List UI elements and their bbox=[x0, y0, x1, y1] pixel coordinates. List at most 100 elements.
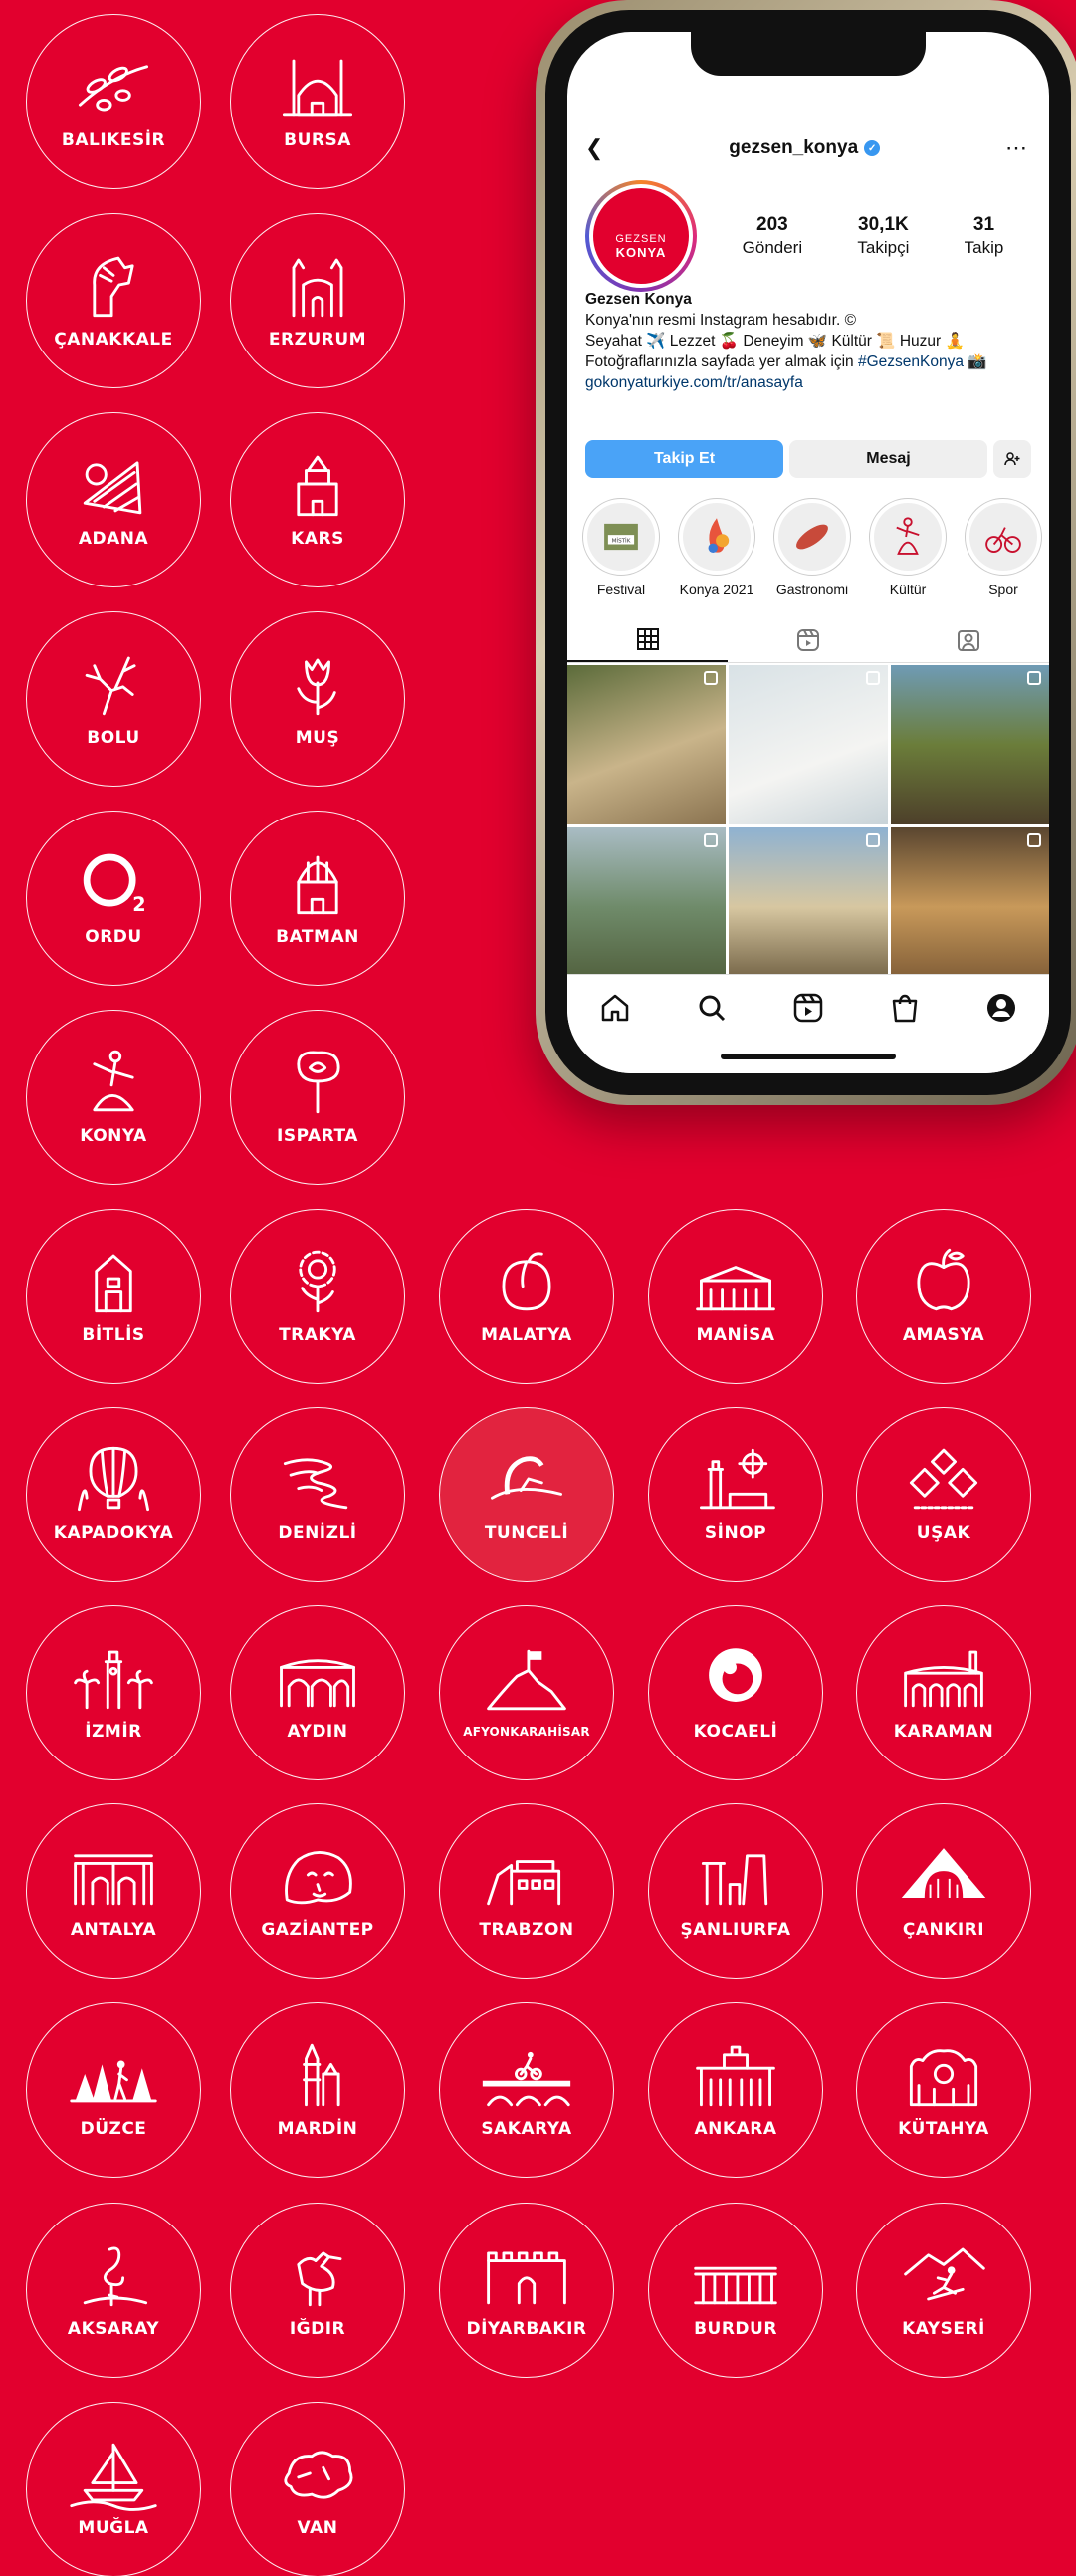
search-icon[interactable] bbox=[695, 991, 729, 1025]
province-label: MUĞLA bbox=[78, 2518, 149, 2538]
province-highlight[interactable]: BOLU bbox=[26, 611, 201, 787]
story-highlight-label: Kültür bbox=[889, 582, 927, 597]
province-highlight[interactable]: TUNCELİ bbox=[439, 1407, 614, 1582]
province-highlight[interactable]: IĞDIR bbox=[230, 2203, 405, 2378]
province-highlight[interactable]: ERZURUM bbox=[230, 213, 405, 388]
stat-following[interactable]: 31 Takip bbox=[965, 214, 1004, 258]
province-highlight[interactable]: VAN bbox=[230, 2402, 405, 2576]
arcade-building-icon bbox=[896, 1638, 991, 1716]
stat-posts[interactable]: 203 Gönderi bbox=[743, 214, 802, 258]
post-thumbnail[interactable] bbox=[729, 827, 888, 987]
post-thumbnail[interactable] bbox=[567, 827, 727, 987]
story-highlight-label: Gastronomi bbox=[775, 582, 849, 597]
province-highlight[interactable]: TRABZON bbox=[439, 1803, 614, 1979]
reels-icon[interactable] bbox=[791, 991, 825, 1025]
bio-link[interactable]: gokonyaturkiye.com/tr/anasayfa bbox=[585, 372, 1031, 393]
konya-2021-logo-icon bbox=[708, 518, 730, 553]
province-highlight[interactable]: ADANA bbox=[26, 412, 201, 587]
bio-hashtag[interactable]: #GezsenKonya bbox=[858, 353, 964, 370]
province-label: ÇANAKKALE bbox=[54, 330, 173, 350]
story-highlight-label: Konya 2021 bbox=[679, 582, 754, 597]
grid-icon bbox=[636, 627, 659, 650]
province-highlight[interactable]: MUĞLA bbox=[26, 2402, 201, 2576]
bio-line: Seyahat ✈️ Lezzet 🍒 Deneyim 🦋 Kültür 📜 H… bbox=[585, 333, 965, 350]
province-highlight[interactable]: GAZİANTEP bbox=[230, 1803, 405, 1979]
province-label: TRAKYA bbox=[279, 1325, 356, 1345]
province-highlight[interactable]: MANİSA bbox=[648, 1209, 823, 1384]
post-thumbnail[interactable] bbox=[567, 665, 727, 824]
province-highlight[interactable]: KAYSERİ bbox=[856, 2203, 1031, 2378]
home-icon[interactable] bbox=[598, 991, 632, 1025]
suggested-users-button[interactable] bbox=[993, 440, 1031, 478]
province-highlight[interactable]: ŞANLIURFA bbox=[648, 1803, 823, 1979]
province-highlight[interactable]: ANKARA bbox=[648, 2002, 823, 2178]
back-arrow-icon[interactable]: ❮ bbox=[585, 135, 603, 161]
avatar[interactable]: GEZSEN KONYA bbox=[585, 180, 697, 292]
ornate-facade-icon bbox=[896, 2035, 991, 2113]
province-highlight[interactable]: BATMAN bbox=[230, 811, 405, 986]
message-button[interactable]: Mesaj bbox=[789, 440, 987, 478]
profile-tabs bbox=[567, 617, 1049, 663]
story-highlight[interactable]: MİSTİK Festival bbox=[577, 498, 665, 597]
province-highlight[interactable]: 2 ORDU bbox=[26, 811, 201, 986]
province-highlight[interactable]: SAKARYA bbox=[439, 2002, 614, 2178]
province-highlight[interactable]: KÜTAHYA bbox=[856, 2002, 1031, 2178]
province-highlight[interactable]: AYDIN bbox=[230, 1605, 405, 1780]
province-label: ÇANKIRI bbox=[902, 1920, 985, 1940]
province-highlight[interactable]: AMASYA bbox=[856, 1209, 1031, 1384]
follow-button[interactable]: Takip Et bbox=[585, 440, 783, 478]
story-highlight[interactable]: Spor bbox=[960, 498, 1047, 597]
province-highlight[interactable]: TRAKYA bbox=[230, 1209, 405, 1384]
province-highlight[interactable]: KOCAELİ bbox=[648, 1605, 823, 1780]
story-highlight[interactable]: Gastronomi bbox=[768, 498, 856, 597]
province-highlight[interactable]: AFYONKARAHİSAR bbox=[439, 1605, 614, 1780]
province-highlight[interactable]: MUŞ bbox=[230, 611, 405, 787]
province-highlight[interactable]: MARDİN bbox=[230, 2002, 405, 2178]
province-highlight[interactable]: İZMİR bbox=[26, 1605, 201, 1780]
post-thumbnail[interactable] bbox=[890, 827, 1049, 987]
tab-tagged[interactable] bbox=[889, 617, 1049, 662]
post-thumbnail[interactable] bbox=[890, 665, 1049, 824]
story-highlight[interactable]: Konya 2021 bbox=[673, 498, 760, 597]
province-highlight[interactable]: ISPARTA bbox=[230, 1010, 405, 1185]
stat-followers[interactable]: 30,1K Takipçi bbox=[857, 214, 909, 258]
province-label: İZMİR bbox=[85, 1722, 142, 1742]
province-highlight[interactable]: KONYA bbox=[26, 1010, 201, 1185]
province-highlight[interactable]: DENİZLİ bbox=[230, 1407, 405, 1582]
province-highlight[interactable]: ANTALYA bbox=[26, 1803, 201, 1979]
province-highlight[interactable]: BURSA bbox=[230, 14, 405, 189]
province-highlight[interactable]: SİNOP bbox=[648, 1407, 823, 1582]
gastronomy-icon bbox=[796, 524, 828, 550]
province-highlight[interactable]: DÜZCE bbox=[26, 2002, 201, 2178]
province-label: AKSARAY bbox=[67, 2319, 160, 2339]
tulip-icon bbox=[270, 644, 365, 722]
province-highlight[interactable]: UŞAK bbox=[856, 1407, 1031, 1582]
province-highlight[interactable]: MALATYA bbox=[439, 1209, 614, 1384]
profile-icon[interactable] bbox=[984, 991, 1018, 1025]
more-options-icon[interactable]: ⋯ bbox=[1005, 135, 1027, 161]
festival-poster-icon: MİSTİK bbox=[604, 523, 638, 551]
hot-air-balloon-icon bbox=[66, 1440, 161, 1518]
post-thumbnail[interactable] bbox=[729, 665, 888, 824]
story-highlight-label: Spor bbox=[988, 582, 1018, 597]
lighthouse-compass-icon bbox=[688, 1440, 783, 1518]
province-highlight[interactable]: AKSARAY bbox=[26, 2203, 201, 2378]
province-highlight[interactable]: DİYARBAKIR bbox=[439, 2203, 614, 2378]
province-highlight[interactable]: ÇANKIRI bbox=[856, 1803, 1031, 1979]
tab-reels[interactable] bbox=[728, 617, 888, 662]
stat-following-count: 31 bbox=[972, 214, 995, 235]
tab-posts-grid[interactable] bbox=[567, 617, 729, 662]
province-highlight[interactable]: KARS bbox=[230, 412, 405, 587]
story-highlight[interactable]: Kültür bbox=[864, 498, 952, 597]
province-highlight[interactable]: ÇANAKKALE bbox=[26, 213, 201, 388]
province-highlight[interactable]: BALIKESİR bbox=[26, 14, 201, 189]
church-icon bbox=[270, 445, 365, 523]
province-highlight[interactable]: BİTLİS bbox=[26, 1209, 201, 1384]
province-highlight[interactable]: BURDUR bbox=[648, 2203, 823, 2378]
story-highlight-label: Festival bbox=[596, 582, 646, 597]
carpet-ornament-icon bbox=[896, 1440, 991, 1518]
province-label: ISPARTA bbox=[277, 1126, 358, 1146]
province-highlight[interactable]: KAPADOKYA bbox=[26, 1407, 201, 1582]
shop-bag-icon[interactable] bbox=[888, 991, 922, 1025]
province-highlight[interactable]: KARAMAN bbox=[856, 1605, 1031, 1780]
